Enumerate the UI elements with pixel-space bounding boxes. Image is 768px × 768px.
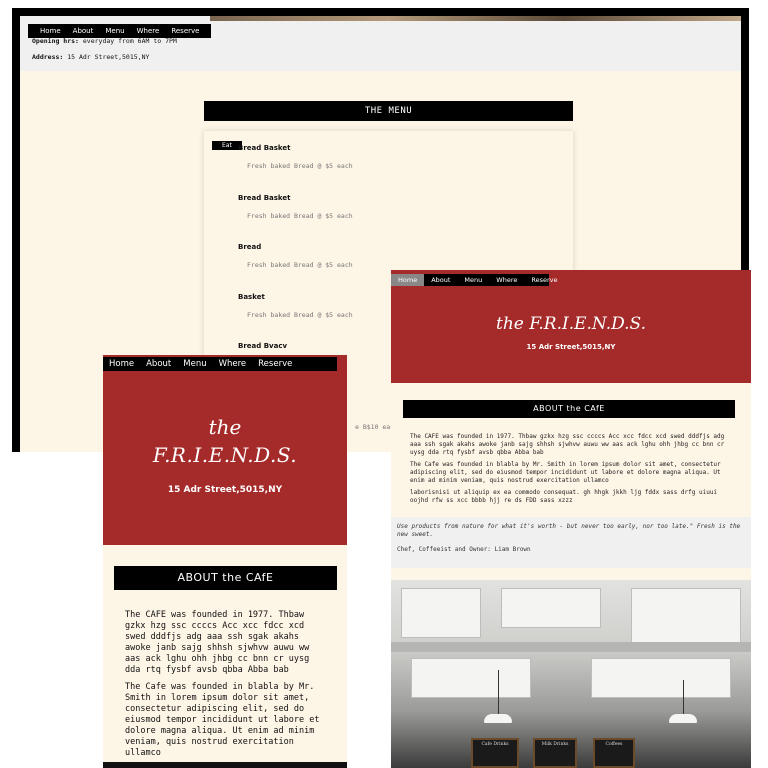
nav-menu[interactable]: Menu <box>177 357 212 371</box>
info-bar: Home About Menu Where Reserve Opening hr… <box>20 16 741 71</box>
chef-credit: Chef, Coffeeist and Owner: Liam Brown <box>397 546 531 553</box>
about-paragraph: The Cafe was founded in blabla by Mr. Sm… <box>125 682 320 758</box>
nav-about[interactable]: About <box>140 357 177 371</box>
pendant-lamp-icon <box>484 714 512 723</box>
address-label: Address: <box>32 53 64 61</box>
menu-item-desc: Fresh baked Bread @ $5 each <box>247 162 353 170</box>
lamp-cord <box>498 670 499 714</box>
ceiling-panel <box>591 658 731 698</box>
mobile-screenshot: Home About Menu Where Reserve the F.R.I.… <box>103 355 347 768</box>
site-address: 15 Adr Street,5015,NY <box>526 343 616 351</box>
menu-item: Basket Fresh baked Bread @ $5 each <box>238 293 353 319</box>
site-title-the: the <box>208 415 242 439</box>
owner-quote: Use products from nature for what it's w… <box>397 523 741 538</box>
lamp-cord <box>683 680 684 714</box>
about-paragraph: laborisnisi ut aliquip ex ea commodo con… <box>410 489 718 504</box>
nav-where[interactable]: Where <box>213 357 253 371</box>
hero-banner: Home About Menu Where Reserve the F.R.I.… <box>391 270 751 383</box>
menu-item: Bread Bvacv <box>238 342 287 350</box>
menu-item-name: Bread Bvacv <box>238 342 288 350</box>
menu-item: Bread Basket Fresh baked Bread @ $5 each <box>238 194 353 220</box>
nav-reserve[interactable]: Reserve <box>524 274 564 286</box>
tablet-screenshot: Home About Menu Where Reserve the F.R.I.… <box>391 270 751 768</box>
site-title: the F.R.I.E.N.D.S. <box>496 314 646 334</box>
about-paragraph: The CAFE was founded in 1977. Thbaw gzkx… <box>410 433 725 456</box>
site-title: F.R.I.E.N.D.S. <box>152 443 298 467</box>
quote-box: Use products from nature for what it's w… <box>391 517 751 568</box>
menu-board: Cafe Drinks <box>471 738 519 768</box>
pendant-lamp-icon <box>669 714 697 723</box>
header-photo-strip <box>210 16 741 21</box>
menu-board: Coffees <box>593 738 635 768</box>
nav-about[interactable]: About <box>424 274 457 286</box>
address-value: 15 Adr Street,5015,NY <box>67 53 150 61</box>
menu-item-name: Basket <box>238 293 265 301</box>
nav-home[interactable]: Home <box>103 357 140 371</box>
opening-value: everyday from 6AM to 7PM <box>82 37 177 45</box>
bottom-edge <box>103 762 347 768</box>
menu-board: Milk Drinks <box>533 738 577 768</box>
ceiling-panel <box>411 658 531 698</box>
nav-menu[interactable]: Menu <box>457 274 489 286</box>
about-paragraph: The Cafe was founded in blabla by Mr. Sm… <box>410 461 721 484</box>
nav-home[interactable]: Home <box>34 24 67 38</box>
menu-item-desc: Fresh baked Bread @ $5 each <box>247 212 353 220</box>
ceiling-panel <box>401 588 481 638</box>
ceiling-panel <box>631 588 741 643</box>
mobile-nav: Home About Menu Where Reserve <box>103 357 337 371</box>
address: Address: 15 Adr Street,5015,NY <box>32 53 149 61</box>
ceiling-beam <box>391 642 751 652</box>
site-address: 15 Adr Street,5015,NY <box>167 485 283 495</box>
desktop-nav: Home About Menu Where Reserve <box>28 24 212 38</box>
tablet-nav: Home About Menu Where Reserve <box>391 274 558 286</box>
menu-item: Bread Fresh baked Bread @ $5 each <box>238 243 353 269</box>
opening-hours: Opening hrs: everyday from 6AM to 7PM <box>32 37 177 45</box>
nav-menu[interactable]: Menu <box>99 24 130 38</box>
nav-reserve[interactable]: Reserve <box>252 357 298 371</box>
about-paragraph: The CAFE was founded in 1977. Thbaw gzkx… <box>125 610 310 675</box>
menu-item-desc: Fresh baked Bread @ $5 each <box>247 311 353 319</box>
nav-where[interactable]: Where <box>489 274 524 286</box>
nav-reserve[interactable]: Reserve <box>165 24 205 38</box>
about-title: ABOUT the CAfE <box>114 566 337 590</box>
menu-item-name: Bread <box>238 243 262 251</box>
about-title: ABOUT the CAfE <box>403 400 735 418</box>
menu-item: Bread Basket Fresh baked Bread @ $5 each <box>238 144 353 170</box>
nav-about[interactable]: About <box>67 24 100 38</box>
hero-banner: Home About Menu Where Reserve the F.R.I.… <box>103 355 347 545</box>
nav-home[interactable]: Home <box>391 274 425 286</box>
menu-item-desc: Fresh baked Bread @ $5 each <box>247 261 353 269</box>
ceiling-panel <box>501 588 601 628</box>
menu-title: THE MENU <box>204 101 573 121</box>
menu-item-name: Bread Basket <box>238 144 291 152</box>
cafe-interior-photo: Cafe Drinks Milk Drinks Coffees <box>391 580 751 768</box>
opening-label: Opening hrs: <box>32 37 79 45</box>
menu-item-name: Bread Basket <box>238 194 291 202</box>
nav-where[interactable]: Where <box>131 24 166 38</box>
